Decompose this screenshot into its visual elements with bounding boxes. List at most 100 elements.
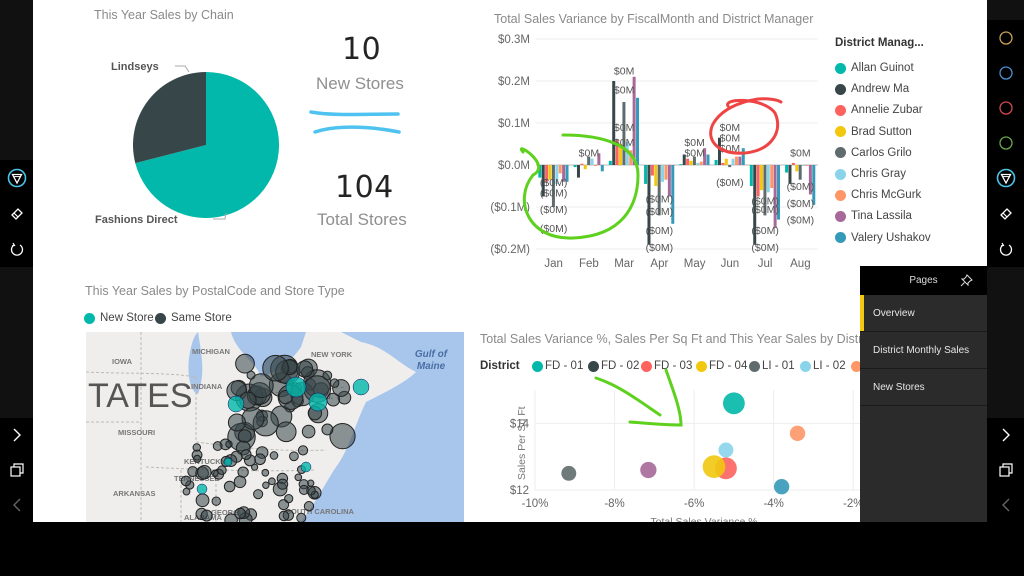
bar[interactable] (798, 165, 802, 180)
bar[interactable] (706, 154, 710, 166)
undo-tool[interactable] (987, 237, 1024, 261)
same-store-bubble[interactable] (261, 468, 270, 477)
same-store-bubble[interactable] (224, 513, 238, 522)
legend-item-annelie-zubar[interactable]: Annelie Zubar (835, 104, 923, 116)
same-store-bubble[interactable] (240, 449, 252, 460)
scatter-point[interactable] (561, 465, 577, 481)
scatter-point[interactable] (718, 442, 734, 458)
same-store-bubble[interactable] (307, 479, 315, 487)
ink-color-4[interactable] (987, 131, 1024, 155)
same-store-bubble[interactable] (237, 429, 252, 443)
ink-pen-tool[interactable] (0, 166, 33, 190)
bar[interactable] (749, 165, 753, 186)
new-store-bubble[interactable] (352, 378, 370, 396)
map-legend-same-store[interactable]: Same Store (155, 312, 232, 324)
legend-item-brad-sutton[interactable]: Brad Sutton (835, 126, 912, 138)
legend-item-allan-guinot[interactable]: Allan Guinot (835, 62, 914, 74)
ink-color-3[interactable] (987, 96, 1024, 120)
bar[interactable] (600, 165, 604, 172)
bar[interactable] (679, 164, 683, 166)
new-store-bubble[interactable] (300, 461, 312, 473)
legend-item-carlos-grilo[interactable]: Carlos Grilo (835, 147, 912, 159)
next-button[interactable] (0, 423, 33, 447)
same-store-bubble[interactable] (197, 465, 212, 480)
same-store-bubble[interactable] (296, 512, 307, 522)
same-store-bubble[interactable] (217, 465, 227, 475)
same-store-bubble[interactable] (321, 423, 334, 436)
same-store-bubble[interactable] (329, 423, 356, 450)
scatter-legend-item[interactable]: FD - 01 (532, 360, 583, 372)
bar[interactable] (728, 165, 732, 168)
same-store-bubble[interactable] (262, 354, 289, 382)
same-store-bubble[interactable] (180, 475, 192, 487)
same-store-bubble[interactable] (254, 453, 266, 466)
bar[interactable] (770, 165, 774, 189)
same-store-bubble[interactable] (195, 493, 210, 508)
bar[interactable] (721, 162, 725, 165)
same-store-bubble[interactable] (233, 475, 247, 489)
bar[interactable] (741, 148, 745, 165)
bar[interactable] (661, 165, 665, 182)
ink-pen-tool[interactable] (987, 166, 1024, 190)
bar[interactable] (689, 160, 693, 165)
new-store-bubble[interactable] (196, 483, 208, 495)
same-store-bubble[interactable] (294, 473, 303, 482)
task-view-button[interactable] (0, 458, 33, 482)
same-store-bubble[interactable] (253, 489, 264, 500)
same-store-bubble[interactable] (182, 487, 191, 496)
store-map[interactable]: TATES MICHIGAN NEW YORK IOWA INDIANA MISSOURI… (86, 332, 464, 522)
bar[interactable] (802, 165, 806, 166)
page-tab-district-monthly-sales[interactable]: District Monthly Sales (860, 332, 987, 369)
same-store-bubble[interactable] (278, 510, 290, 522)
same-store-bubble[interactable] (297, 445, 309, 456)
bar[interactable] (785, 165, 789, 173)
same-store-bubble[interactable] (225, 440, 233, 448)
scatter-legend-item[interactable]: FD - 02 (588, 360, 639, 372)
eraser-tool[interactable] (987, 202, 1024, 226)
bar[interactable] (650, 165, 654, 176)
bar[interactable] (654, 165, 658, 186)
same-store-bubble[interactable] (303, 501, 315, 512)
scatter-point[interactable] (640, 461, 657, 479)
bar[interactable] (593, 165, 597, 166)
bar[interactable] (558, 165, 562, 174)
bar[interactable] (636, 97, 640, 165)
bar[interactable] (576, 165, 580, 178)
bar[interactable] (686, 158, 690, 165)
scatter-point[interactable] (773, 478, 790, 495)
scatter-chart[interactable]: -10% -8% -6% -4% -2%$12$14Sales Per Sq FtTot… (473, 385, 873, 522)
same-store-bubble[interactable] (296, 360, 314, 378)
bar[interactable] (664, 165, 668, 180)
new-store-bubble[interactable] (223, 457, 233, 467)
legend-item-andrew-ma[interactable]: Andrew Ma (835, 83, 909, 95)
same-store-bubble[interactable] (227, 413, 246, 432)
map-legend-new-store[interactable]: New Store (84, 312, 154, 324)
ink-color-1[interactable] (987, 26, 1024, 50)
same-store-bubble[interactable] (275, 421, 297, 443)
bar[interactable] (714, 159, 718, 165)
bar[interactable] (724, 158, 728, 165)
same-store-bubble[interactable] (269, 451, 279, 460)
scatter-point[interactable] (789, 425, 806, 442)
bar[interactable] (573, 165, 577, 168)
same-store-bubble[interactable] (277, 478, 289, 490)
scatter-legend-item[interactable]: FD - 04 (696, 360, 747, 372)
back-button[interactable] (0, 493, 33, 517)
bar[interactable] (738, 156, 742, 165)
bar[interactable] (766, 165, 770, 193)
same-store-bubble[interactable] (246, 370, 256, 380)
bar[interactable] (795, 165, 799, 172)
legend-item-chris-mcgurk[interactable]: Chris McGurk (835, 189, 921, 201)
bar[interactable] (590, 158, 594, 165)
bar[interactable] (583, 165, 587, 170)
same-store-bubble[interactable] (211, 496, 221, 506)
undo-tool[interactable] (0, 237, 33, 261)
bar[interactable] (760, 165, 764, 191)
back-button[interactable] (987, 493, 1024, 517)
pie-chart[interactable]: Lindseys Fashions Direct (83, 50, 293, 240)
same-store-bubble[interactable] (193, 454, 202, 463)
ink-color-2[interactable] (987, 61, 1024, 85)
legend-item-valery-ushakov[interactable]: Valery Ushakov (835, 232, 931, 244)
bar[interactable] (580, 163, 584, 165)
same-store-bubble[interactable] (235, 353, 255, 374)
